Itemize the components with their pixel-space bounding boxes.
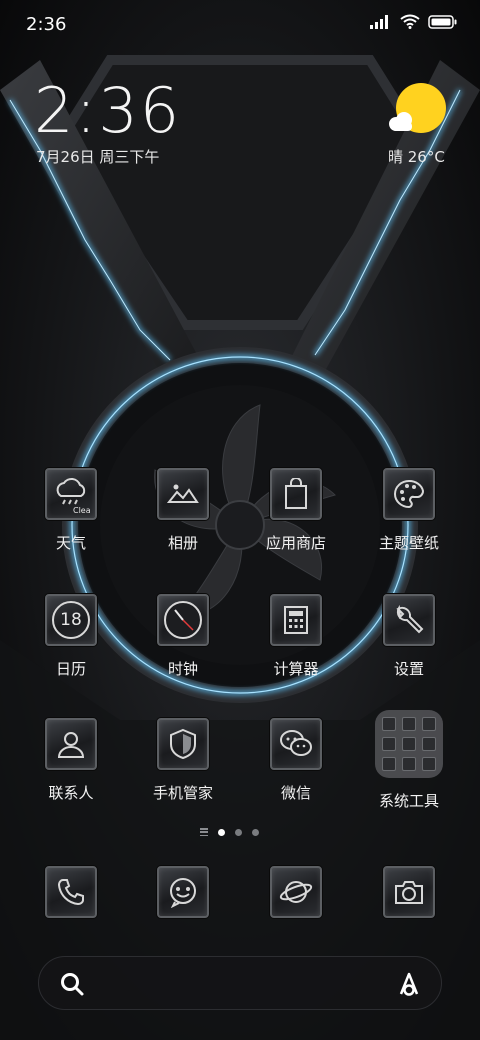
search-icon <box>61 973 84 996</box>
app-themes[interactable]: 主题壁纸 <box>354 468 464 553</box>
search-bar[interactable] <box>38 956 442 1010</box>
app-label: 联系人 <box>48 784 94 802</box>
page-list-indicator-icon <box>200 828 208 836</box>
app-label: 天气 <box>55 534 86 552</box>
gallery-icon <box>157 468 209 520</box>
app-label: 应用商店 <box>265 534 326 552</box>
wechat-icon <box>270 718 322 770</box>
dock-browser[interactable] <box>241 866 351 918</box>
app-label: 系统工具 <box>378 792 439 810</box>
calendar-day: 18 <box>52 601 90 639</box>
browser-planet-icon <box>270 866 322 918</box>
app-calendar[interactable]: 18 日历 <box>16 594 126 679</box>
app-label: 设置 <box>393 660 424 678</box>
theme-palette-icon <box>383 468 435 520</box>
app-clock[interactable]: 时钟 <box>128 594 238 679</box>
app-wechat[interactable]: 微信 <box>241 718 351 803</box>
messages-icon <box>157 866 209 918</box>
app-label: 主题壁纸 <box>378 534 439 552</box>
settings-wrench-icon <box>383 594 435 646</box>
app-calculator[interactable]: 计算器 <box>241 594 351 679</box>
dock-messages[interactable] <box>128 866 238 918</box>
dock-camera[interactable] <box>354 866 464 918</box>
security-shield-icon <box>157 718 209 770</box>
app-label: 日历 <box>55 660 86 678</box>
sunny-weather-icon[interactable] <box>384 82 448 138</box>
app-gallery[interactable]: 相册 <box>128 468 238 553</box>
clock-icon <box>157 594 209 646</box>
weather-icon-text: Clea <box>73 506 91 514</box>
folder-system-tools[interactable]: 系统工具 <box>354 710 464 811</box>
widget-date: 7月26日 周三下午 <box>36 148 160 166</box>
app-label: 微信 <box>280 784 311 802</box>
weather-icon: Clea <box>45 468 97 520</box>
dock-phone[interactable] <box>16 866 126 918</box>
contacts-icon <box>45 718 97 770</box>
battery-icon <box>428 14 457 29</box>
voice-assistant-icon[interactable] <box>395 970 423 998</box>
status-time: 2:36 <box>26 14 67 35</box>
calculator-icon <box>270 594 322 646</box>
app-settings[interactable]: 设置 <box>354 594 464 679</box>
widget-weather-text: 晴 26°C <box>388 148 445 166</box>
page-dot <box>235 828 242 836</box>
wifi-icon <box>400 14 420 29</box>
app-label: 时钟 <box>167 660 198 678</box>
app-label: 手机管家 <box>152 784 213 802</box>
app-label: 计算器 <box>273 660 319 678</box>
status-bar: 2:36 <box>0 0 480 50</box>
widget-clock-time[interactable]: 2:36 <box>34 74 181 147</box>
signal-icon <box>370 14 388 29</box>
folder-icon <box>375 710 443 778</box>
app-store-icon <box>270 468 322 520</box>
app-weather[interactable]: Clea 天气 <box>16 468 126 553</box>
camera-icon <box>383 866 435 918</box>
app-phone-manager[interactable]: 手机管家 <box>128 718 238 803</box>
page-indicator[interactable] <box>200 828 259 836</box>
calendar-icon: 18 <box>45 594 97 646</box>
app-app-store[interactable]: 应用商店 <box>241 468 351 553</box>
app-label: 相册 <box>167 534 198 552</box>
page-dot-active <box>218 828 225 836</box>
phone-icon <box>45 866 97 918</box>
app-contacts[interactable]: 联系人 <box>16 718 126 803</box>
page-dot <box>252 828 259 836</box>
